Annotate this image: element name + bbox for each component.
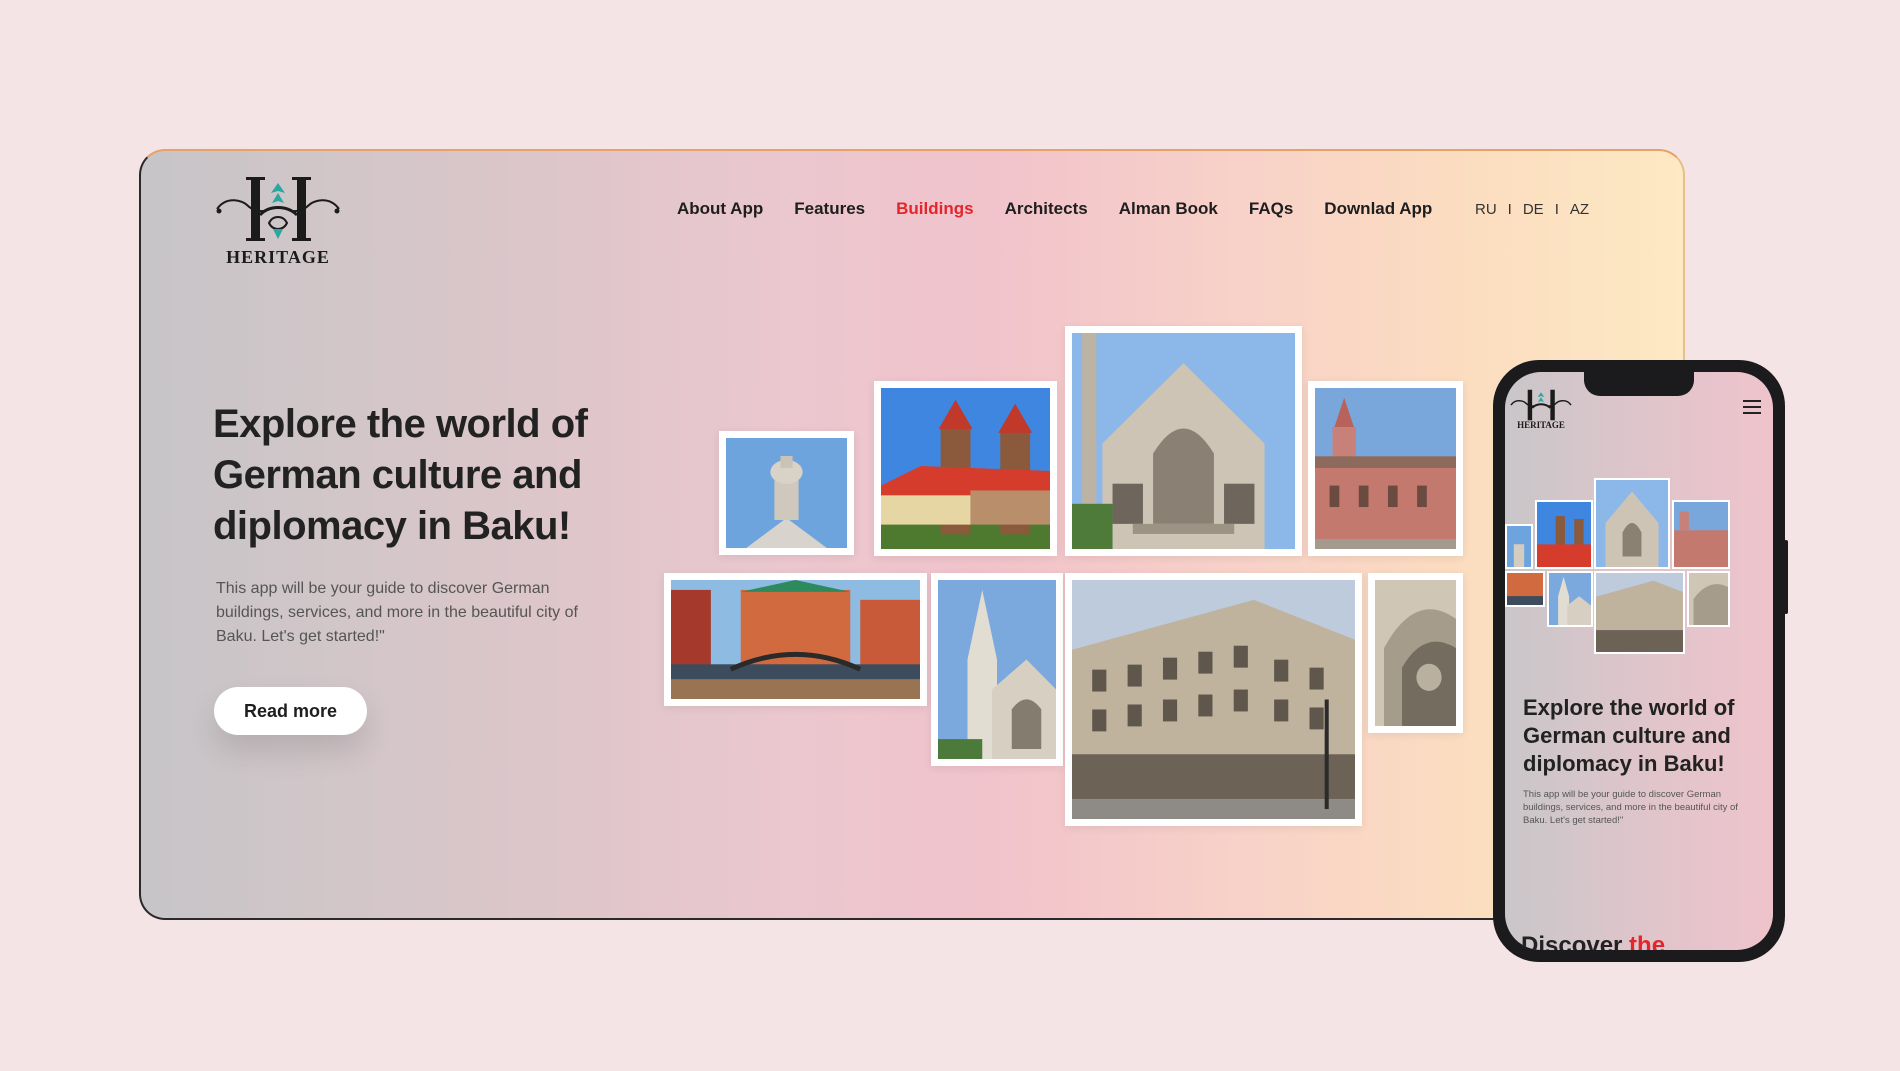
lang-ru[interactable]: RU: [1475, 201, 1497, 218]
nav-architects[interactable]: Architects: [1005, 199, 1088, 219]
lang-separator: I: [1554, 201, 1559, 218]
statue-detail-photo: [719, 431, 854, 555]
mobile-next-heading-part-1: Discover: [1521, 932, 1623, 950]
red-roof-castle-photo: [874, 381, 1057, 556]
m-statue-detail-photo: [1505, 524, 1533, 569]
m-red-roof-castle-photo: [1535, 500, 1593, 569]
nav-buildings[interactable]: Buildings: [896, 199, 973, 219]
arched-portal-photo: [1368, 573, 1463, 733]
mobile-next-heading-part-2: the: [1622, 932, 1666, 950]
lang-de[interactable]: DE: [1523, 201, 1544, 218]
m-arched-portal-photo: [1687, 571, 1730, 627]
m-gothic-church-photo: [1594, 478, 1670, 569]
mobile-screen: HERITAGE Explore the world of German cul: [1505, 372, 1773, 950]
nav-alman-book[interactable]: Alman Book: [1119, 199, 1218, 219]
mobile-mockup: HERITAGE Explore the world of German cul: [1493, 360, 1785, 962]
desktop-mockup: HERITAGE About App Features Buildings Ar…: [139, 149, 1685, 920]
read-more-button[interactable]: Read more: [214, 687, 367, 735]
brick-church-photo: [1308, 381, 1463, 556]
hero-title: Explore the world of German culture and …: [213, 402, 588, 548]
hero-description: This app will be your guide to discover …: [216, 580, 578, 645]
nav-faqs[interactable]: FAQs: [1249, 199, 1293, 219]
nav-download-app[interactable]: Downlad App: [1324, 199, 1432, 219]
m-brick-church-photo: [1672, 500, 1730, 569]
lang-separator: I: [1507, 201, 1512, 218]
gothic-church-facade-photo: [1065, 326, 1302, 556]
nav-features[interactable]: Features: [794, 199, 865, 219]
heritage-monogram-icon: [216, 177, 340, 241]
m-church-spire-photo: [1547, 571, 1593, 627]
hamburger-menu-icon[interactable]: [1743, 400, 1761, 414]
mobile-hero-description: This app will be your guide to discover …: [1523, 789, 1738, 826]
nav-about-app[interactable]: About App: [677, 199, 763, 219]
phone-notch: [1584, 372, 1694, 396]
mobile-hero-title: Explore the world of German culture and …: [1523, 695, 1735, 776]
main-nav: About App Features Buildings Architects …: [677, 199, 1432, 219]
mobile-logo-wordmark: HERITAGE: [1517, 420, 1565, 430]
heritage-logo[interactable]: HERITAGE: [213, 175, 343, 270]
heritage-monogram-icon[interactable]: [1509, 388, 1573, 424]
mobile-next-heading: Discover the: [1521, 932, 1665, 950]
logo-wordmark: HERITAGE: [226, 247, 330, 267]
m-baku-street-photo: [1594, 571, 1685, 654]
lang-az[interactable]: AZ: [1570, 201, 1589, 218]
language-switcher: RU I DE I AZ: [1475, 201, 1589, 218]
baku-street-building-photo: [1065, 573, 1362, 826]
m-hamburg-canal-photo: [1505, 571, 1545, 607]
hamburg-canal-photo: [664, 573, 927, 706]
church-spire-photo: [931, 573, 1063, 766]
